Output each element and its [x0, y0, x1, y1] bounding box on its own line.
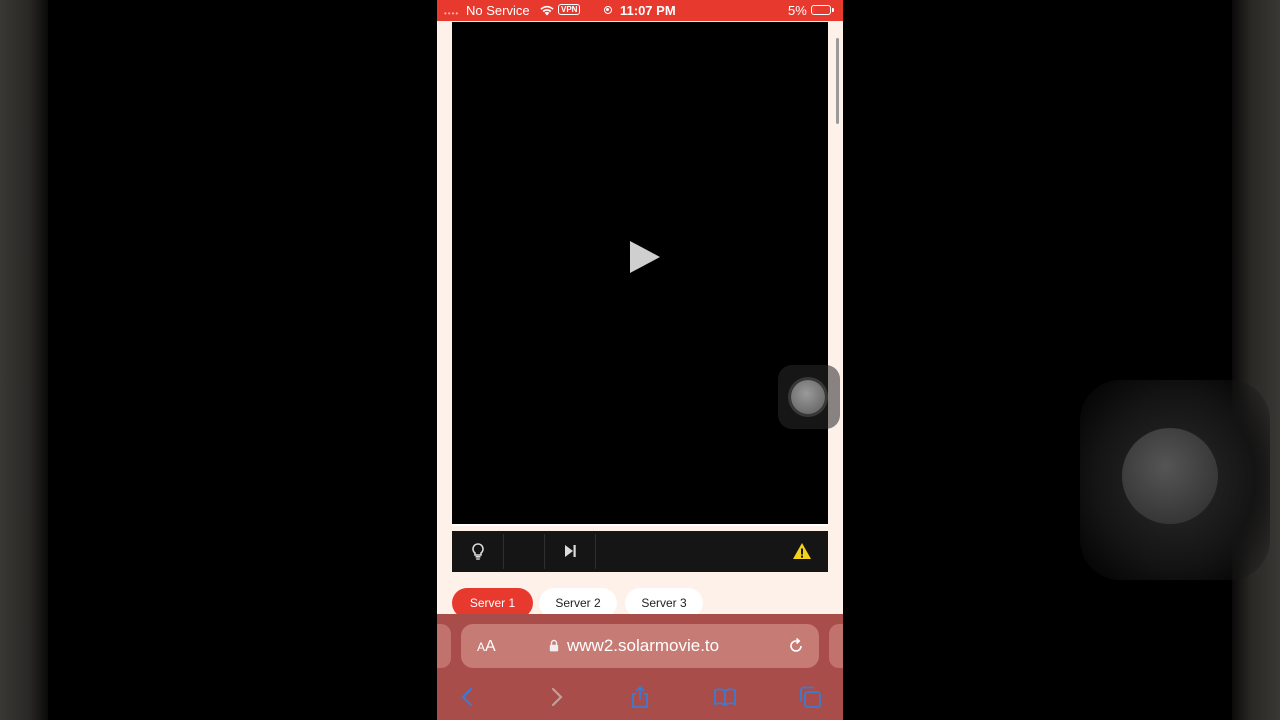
battery-fill: [813, 7, 815, 13]
skip-next-icon[interactable]: [560, 541, 580, 561]
background-blur-circle: [1122, 428, 1218, 524]
text-size-button[interactable]: AA: [477, 638, 496, 656]
tabs-icon[interactable]: [797, 684, 823, 710]
play-icon[interactable]: [628, 240, 662, 274]
previous-tab-peek[interactable]: [437, 624, 451, 668]
address-bar[interactable]: AA www2.solarmovie.to: [461, 624, 819, 668]
wifi-icon: [540, 5, 554, 16]
lock-icon: [549, 639, 559, 652]
phone-screen: •••• No Service VPN 11:07 PM 5% Server 1…: [437, 0, 843, 720]
player-control-bar: [452, 531, 828, 572]
bookmarks-icon[interactable]: [712, 684, 738, 710]
signal-dots-icon: ••••: [444, 9, 460, 18]
background-left-edge: [0, 0, 48, 720]
status-time: 11:07 PM: [620, 3, 676, 18]
control-separator: [544, 534, 545, 569]
reload-icon[interactable]: [786, 636, 806, 656]
battery-icon: [811, 5, 834, 15]
browser-bar: AA www2.solarmovie.to: [437, 614, 843, 720]
assistive-touch-button[interactable]: [778, 365, 840, 429]
video-player[interactable]: [452, 22, 828, 526]
carrier-label: No Service: [466, 3, 530, 18]
back-icon[interactable]: [455, 684, 481, 710]
background-right-edge: [1232, 0, 1280, 720]
warning-icon[interactable]: [792, 541, 812, 561]
status-bar: •••• No Service VPN 11:07 PM 5%: [437, 0, 843, 21]
battery-percentage: 5%: [788, 3, 807, 18]
vpn-badge: VPN: [558, 4, 581, 15]
screen-recording-icon: [604, 6, 612, 14]
share-icon[interactable]: [627, 684, 653, 710]
url-text: www2.solarmovie.to: [567, 636, 720, 655]
next-tab-peek[interactable]: [829, 624, 843, 668]
lightbulb-icon[interactable]: [468, 541, 488, 561]
control-separator: [503, 534, 504, 569]
forward-icon[interactable]: [543, 684, 569, 710]
page-scrollbar[interactable]: [836, 38, 839, 124]
control-separator: [595, 534, 596, 569]
assistive-touch-knob: [791, 380, 825, 414]
